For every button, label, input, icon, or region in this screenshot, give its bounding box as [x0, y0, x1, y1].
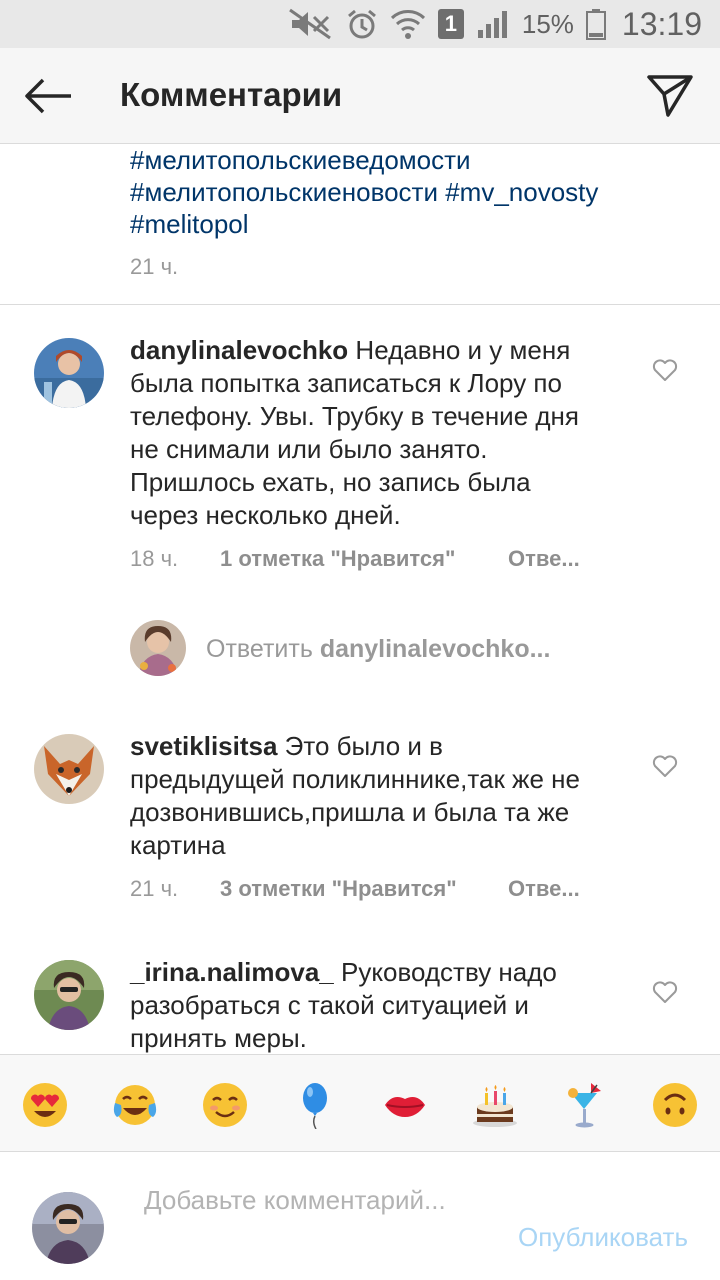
- comment-timestamp: 18 ч.: [130, 546, 179, 571]
- paper-plane-icon: [647, 75, 693, 117]
- avatar: [130, 620, 186, 676]
- caption-divider: [0, 304, 720, 305]
- signal-icon: [477, 11, 507, 38]
- comment-composer: Опубликовать: [0, 1152, 720, 1280]
- app-header: Комментарии: [0, 48, 720, 144]
- page-title: Комментарии: [120, 76, 343, 113]
- comment-meta: 21 ч. 3 отметки "Нравится" Отве...: [130, 876, 580, 902]
- caption-timestamp: 21 ч.: [130, 254, 179, 279]
- likes-count-link[interactable]: 3 отметки "Нравится": [220, 876, 508, 902]
- avatar[interactable]: [34, 338, 104, 408]
- avatar[interactable]: [34, 734, 104, 804]
- battery-percent: 15%: [521, 8, 574, 39]
- comment-timestamp: 21 ч.: [130, 876, 179, 901]
- kiss-lips-emoji-icon[interactable]: [381, 1081, 429, 1129]
- reply-prompt-username: danylinalevochko...: [319, 635, 551, 663]
- comment-body: _irina.nalimova_ Руководству надо разобр…: [130, 956, 600, 1054]
- reply-link[interactable]: Отве...: [508, 546, 580, 572]
- upside-down-face-emoji-icon[interactable]: [651, 1081, 699, 1129]
- reply-prompt-row[interactable]: Ответить danylinalevochko...: [130, 620, 650, 676]
- comment-username[interactable]: danylinalevochko: [130, 335, 348, 365]
- comment-username[interactable]: svetiklisitsa: [130, 731, 277, 761]
- reply-prompt-prefix: Ответить: [206, 635, 320, 663]
- comments-list[interactable]: #мелитопольскиеведомости #мелитопольские…: [0, 144, 720, 1054]
- caption-hashtags: #мелитопольскиеведомости #мелитопольские…: [130, 144, 690, 240]
- reply-link[interactable]: Отве...: [508, 876, 580, 902]
- direct-share-button[interactable]: [642, 70, 698, 122]
- mute-icon: [289, 8, 331, 40]
- sim-slot-badge: 1: [437, 9, 464, 39]
- reply-prompt-text: Ответить danylinalevochko...: [206, 635, 550, 664]
- arrow-left-icon: [25, 78, 71, 114]
- comment-body: svetiklisitsa Это было и в предыдущей по…: [130, 730, 600, 862]
- back-button[interactable]: [20, 70, 76, 122]
- birthday-cake-emoji-icon[interactable]: [471, 1081, 519, 1129]
- wifi-icon: [390, 10, 425, 39]
- status-icons: 1 15% 13:19: [288, 6, 702, 42]
- status-bar: 1 15% 13:19: [0, 0, 720, 48]
- like-heart-icon[interactable]: [652, 754, 678, 778]
- alarm-icon: [347, 9, 376, 39]
- hashtag-line[interactable]: #мелитопольскиеведомости: [130, 144, 690, 176]
- publish-button[interactable]: Опубликовать: [518, 1222, 688, 1253]
- balloon-emoji-icon[interactable]: [291, 1081, 339, 1129]
- comment-username[interactable]: _irina.nalimova_: [130, 957, 334, 987]
- add-comment-input[interactable]: [144, 1184, 474, 1256]
- tropical-drink-emoji-icon[interactable]: [561, 1081, 609, 1129]
- like-heart-icon[interactable]: [652, 980, 678, 1004]
- quick-emoji-bar: [0, 1054, 720, 1152]
- comment-meta: 18 ч. 1 отметка "Нравится" Отве...: [130, 546, 580, 572]
- hashtag-line[interactable]: #melitopol: [130, 208, 690, 240]
- avatar[interactable]: [34, 960, 104, 1030]
- avatar: [32, 1192, 104, 1264]
- likes-count-link[interactable]: 1 отметка "Нравится": [220, 546, 508, 572]
- comment-body: danylinalevochko Недавно и у меня была п…: [130, 334, 600, 532]
- tears-of-joy-emoji-icon[interactable]: [111, 1081, 159, 1129]
- hashtag-line[interactable]: #мелитопольскиеновости #mv_novosty: [130, 176, 690, 208]
- clock: 13:19: [621, 5, 702, 42]
- like-heart-icon[interactable]: [652, 358, 678, 382]
- heart-eyes-emoji-icon[interactable]: [21, 1081, 69, 1129]
- smiling-face-emoji-icon[interactable]: [201, 1081, 249, 1129]
- battery-icon: [585, 9, 606, 40]
